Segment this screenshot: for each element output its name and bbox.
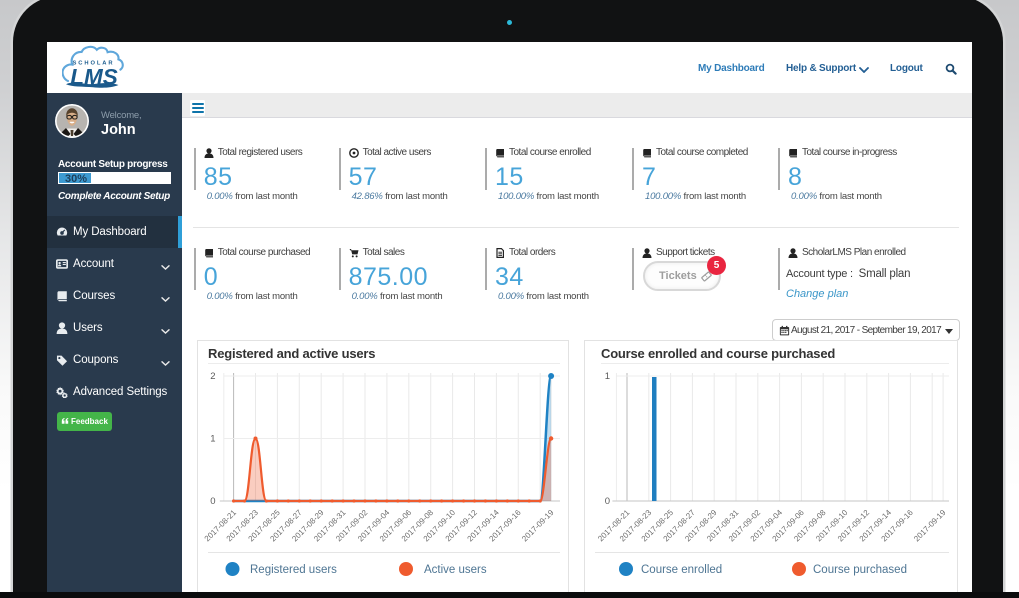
svg-text:2017-09-19: 2017-09-19 bbox=[912, 508, 948, 544]
svg-text:Active users: Active users bbox=[424, 564, 487, 576]
svg-text:Course enrolled: Course enrolled bbox=[641, 564, 722, 576]
svg-text:2: 2 bbox=[210, 371, 215, 382]
svg-text:Course purchased: Course purchased bbox=[813, 564, 907, 576]
svg-text:Registered users: Registered users bbox=[250, 564, 337, 576]
svg-text:0: 0 bbox=[605, 496, 610, 507]
svg-text:0: 0 bbox=[210, 496, 215, 507]
svg-text:1: 1 bbox=[605, 371, 610, 382]
svg-text:2017-09-19: 2017-09-19 bbox=[520, 508, 556, 544]
svg-text:1: 1 bbox=[210, 434, 215, 445]
